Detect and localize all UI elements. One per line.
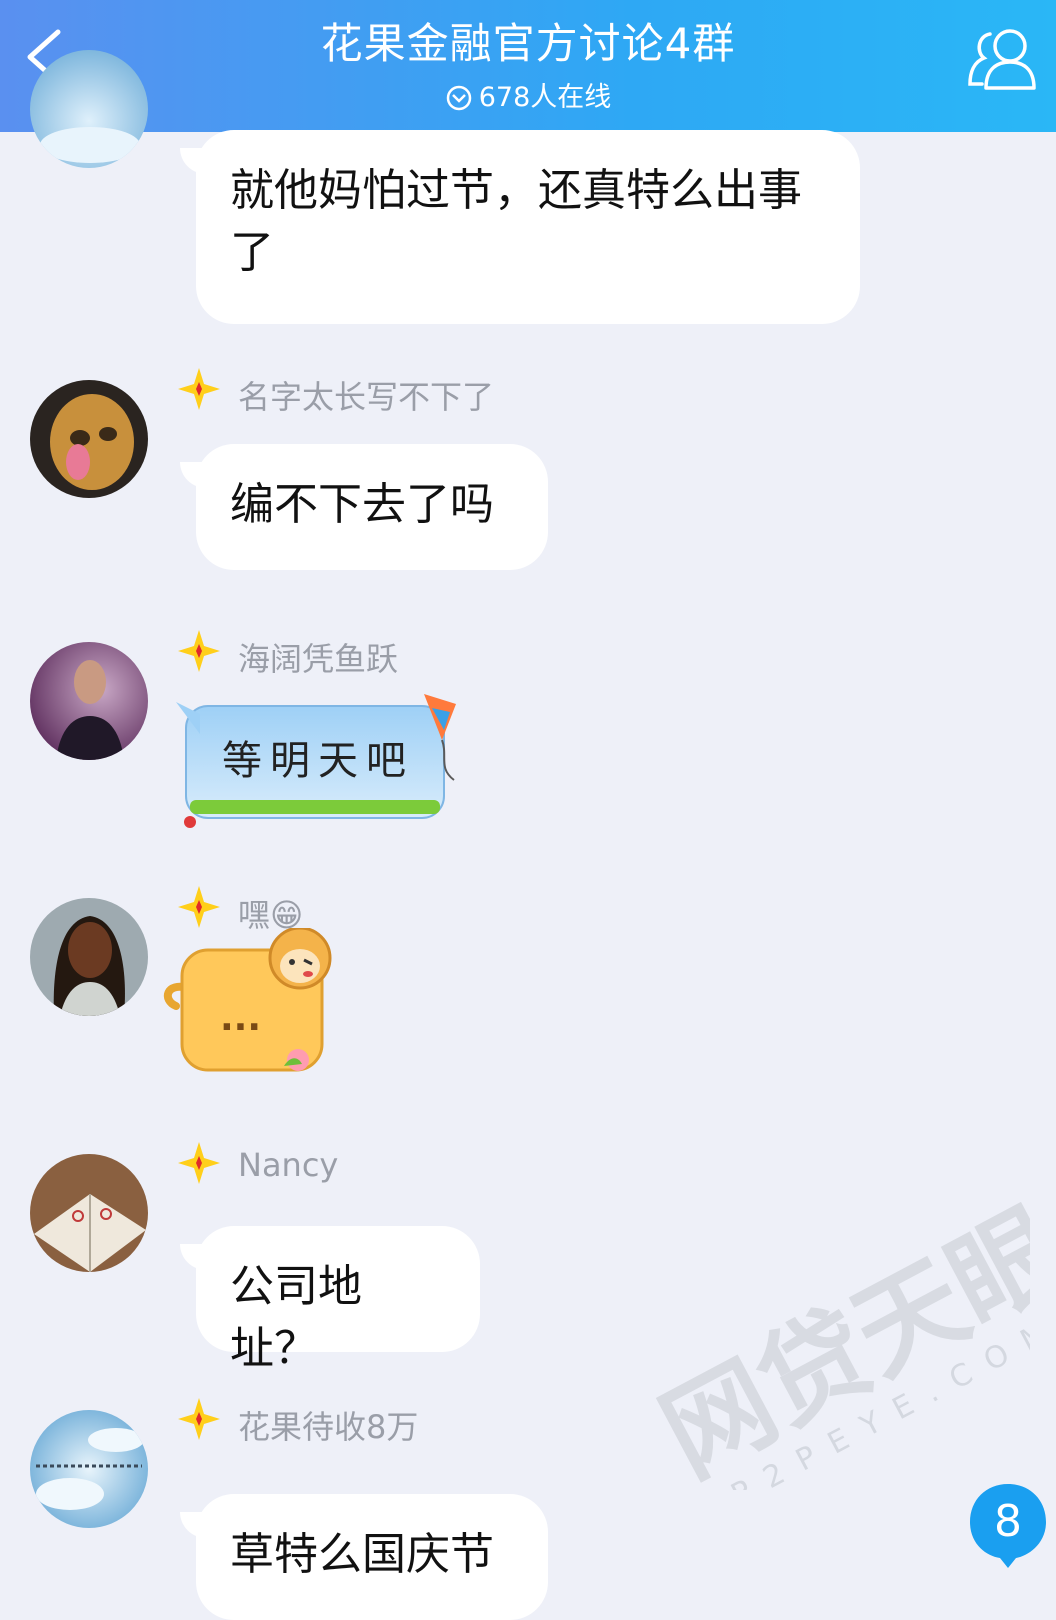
watermark-logo: 网贷天眼 P2PEYE.COM xyxy=(643,1187,1056,1513)
people-icon xyxy=(968,29,1036,90)
message-text: 就他妈怕过节，还真特么出事了 xyxy=(230,165,802,278)
online-count[interactable]: 678人在线 xyxy=(0,75,1056,119)
unread-badge[interactable]: 8 xyxy=(968,1482,1048,1568)
group-members-button[interactable] xyxy=(966,18,1046,98)
level-star-icon xyxy=(178,1398,220,1440)
online-count-label: 678人在线 xyxy=(478,82,612,113)
level-star-icon xyxy=(178,368,220,410)
sender-name[interactable]: 花果待收8万 xyxy=(238,1402,418,1448)
message-text: 等明天吧 xyxy=(222,738,414,784)
group-title: 花果金融官方讨论4群 xyxy=(320,19,736,68)
level-star-icon xyxy=(178,886,220,928)
message-text: 草特么国庆节 xyxy=(230,1529,494,1580)
message-bubble[interactable]: 草特么国庆节 xyxy=(180,1494,548,1620)
avatar[interactable] xyxy=(30,642,148,760)
sender-name[interactable]: 名字太长写不下了 xyxy=(238,372,494,418)
level-star-icon xyxy=(178,1142,220,1184)
sender-name[interactable]: 海阔凭鱼跃 xyxy=(238,634,398,680)
avatar[interactable] xyxy=(30,1154,148,1272)
message-bubble[interactable]: 就他妈怕过节，还真特么出事了 xyxy=(180,130,860,324)
level-star-icon xyxy=(178,630,220,672)
kite-themed-bubble[interactable]: 等明天吧 xyxy=(170,694,470,836)
avatar[interactable] xyxy=(30,50,148,168)
svg-text:P2PEYE.COM: P2PEYE.COM xyxy=(726,1308,1030,1490)
avatar[interactable] xyxy=(30,1410,148,1528)
chevron-down-circle-icon xyxy=(445,84,473,119)
monkey-themed-bubble[interactable]: ... xyxy=(160,928,350,1078)
sender-name[interactable]: Nancy xyxy=(238,1146,338,1184)
avatar[interactable] xyxy=(30,380,148,498)
message-bubble[interactable]: 编不下去了吗 xyxy=(180,444,548,570)
message-text: ... xyxy=(220,998,262,1039)
message-text: 公司地址？ xyxy=(230,1261,362,1374)
chat-header: 花果金融官方讨论4群 678人在线 xyxy=(0,0,1056,132)
message-text: 编不下去了吗 xyxy=(230,479,494,530)
watermark: 网贷天眼 P2PEYE.COM xyxy=(610,1187,1056,1513)
unread-count: 8 xyxy=(994,1496,1022,1547)
message-bubble[interactable]: 公司地址？ xyxy=(180,1226,480,1374)
avatar[interactable] xyxy=(30,898,148,1016)
svg-text:网贷天眼: 网贷天眼 xyxy=(643,1190,1030,1490)
